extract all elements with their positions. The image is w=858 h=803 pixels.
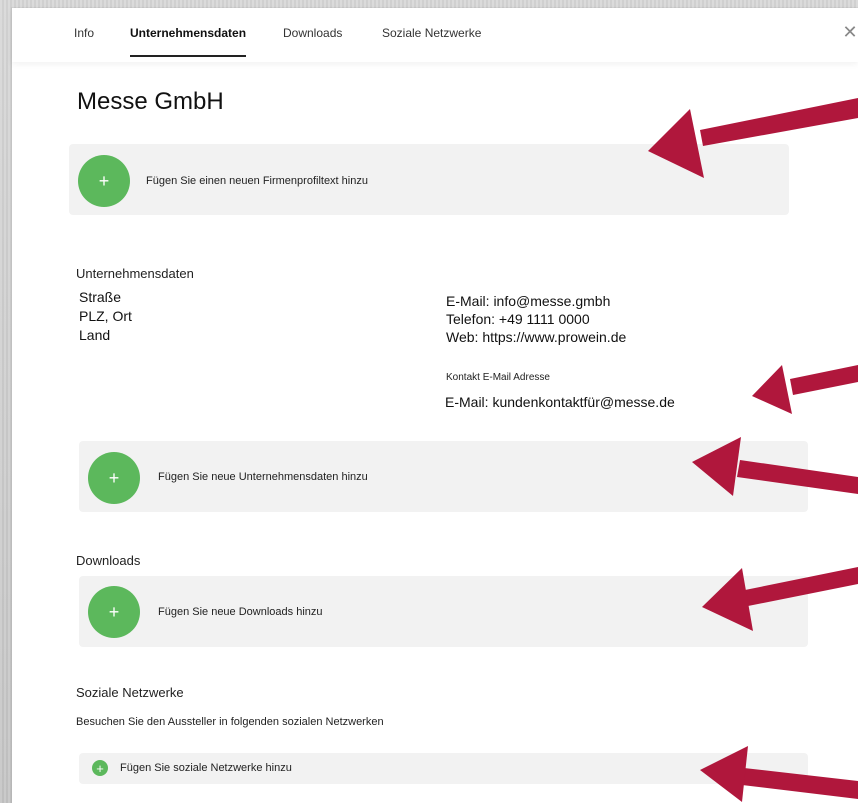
- add-company-data-box[interactable]: + Fügen Sie neue Unternehmensdaten hinzu: [79, 441, 808, 512]
- zip-city: PLZ, Ort: [79, 308, 132, 324]
- contact-email-label: Kontakt E-Mail Adresse: [446, 372, 550, 383]
- plus-icon[interactable]: +: [88, 452, 140, 504]
- tab-downloads[interactable]: Downloads: [283, 26, 342, 40]
- contact-email: E-Mail: kundenkontaktfür@messe.de: [445, 394, 675, 410]
- tab-unternehmensdaten[interactable]: Unternehmensdaten: [130, 26, 247, 57]
- close-icon[interactable]: ✕: [842, 22, 858, 43]
- phone: Telefon: +49 1111 0000: [446, 311, 590, 327]
- add-downloads-label: Fügen Sie neue Downloads hinzu: [158, 606, 323, 618]
- company-name: Messe GmbH: [77, 88, 224, 115]
- plus-icon[interactable]: +: [88, 586, 140, 638]
- address-block: Straße PLZ, Ort Land: [79, 288, 132, 345]
- social-subheading: Besuchen Sie den Aussteller in folgenden…: [76, 716, 384, 728]
- plus-icon[interactable]: +: [92, 760, 108, 776]
- company-data-heading: Unternehmensdaten: [76, 266, 194, 281]
- contact-block: E-Mail: info@messe.gmbh Telefon: +49 111…: [446, 292, 626, 346]
- street: Straße: [79, 289, 122, 305]
- downloads-heading: Downloads: [76, 553, 141, 568]
- tab-info[interactable]: Info: [74, 26, 94, 40]
- company-panel: Info Unternehmensdaten Downloads Soziale…: [12, 8, 858, 803]
- country: Land: [79, 327, 111, 343]
- tab-soziale-netzwerke[interactable]: Soziale Netzwerke: [382, 26, 481, 40]
- add-profile-text-label: Fügen Sie einen neuen Firmenprofiltext h…: [146, 175, 368, 187]
- website: Web: https://www.prowein.de: [446, 329, 627, 345]
- social-heading: Soziale Netzwerke: [76, 685, 184, 700]
- add-social-label: Fügen Sie soziale Netzwerke hinzu: [120, 762, 292, 774]
- email: E-Mail: info@messe.gmbh: [446, 293, 611, 309]
- add-social-box[interactable]: + Fügen Sie soziale Netzwerke hinzu: [79, 753, 808, 784]
- tab-bar: Info Unternehmensdaten Downloads Soziale…: [12, 8, 858, 62]
- plus-icon[interactable]: +: [78, 155, 130, 207]
- add-downloads-box[interactable]: + Fügen Sie neue Downloads hinzu: [79, 576, 808, 647]
- add-profile-text-box[interactable]: + Fügen Sie einen neuen Firmenprofiltext…: [69, 144, 789, 215]
- add-company-data-label: Fügen Sie neue Unternehmensdaten hinzu: [158, 471, 368, 483]
